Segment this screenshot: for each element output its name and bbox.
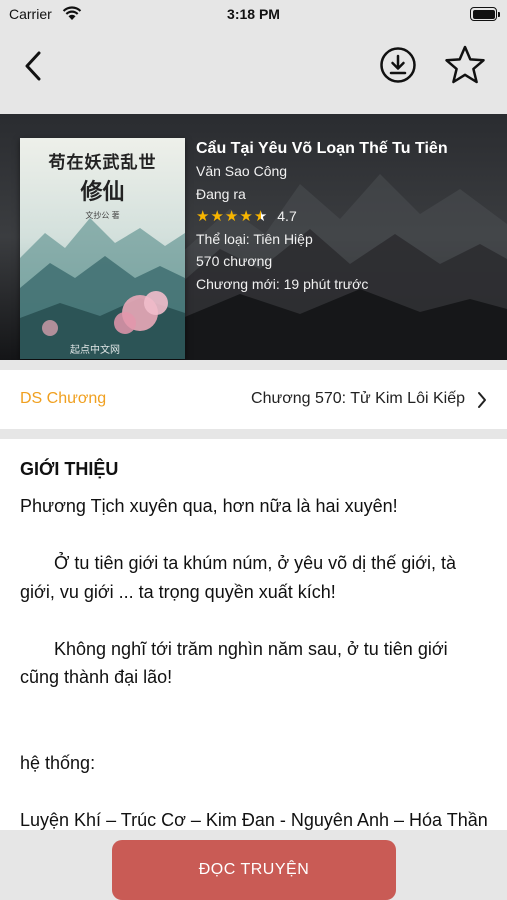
rating-stars: ★ ★ ★ ★ ★	[196, 209, 267, 224]
cover-title-line2: 修仙	[80, 179, 125, 205]
chevron-right-icon	[478, 392, 486, 408]
cover-publisher: 起点中文网	[70, 345, 120, 356]
favorite-star-icon[interactable]	[444, 44, 486, 86]
nav-bar	[0, 30, 507, 114]
rating-row: ★ ★ ★ ★ ★ 4.7	[196, 205, 496, 228]
chapter-list-label: DS Chương	[20, 390, 107, 407]
book-genre[interactable]: Thể loại: Tiên Hiệp	[196, 228, 496, 251]
description-section: GIỚI THIỆU Phương Tịch xuyên qua, hơn nữ…	[0, 439, 507, 830]
status-bar: Carrier 3:18 PM	[0, 0, 507, 30]
chevron-left-icon	[25, 51, 41, 81]
star-icon: ★	[224, 207, 239, 225]
description-paragraph: Không nghĩ tới trăm nghìn năm sau, ở tu …	[20, 638, 448, 688]
cover-title-line1: 苟在妖武乱世	[48, 153, 157, 173]
latest-update: Chương mới: 19 phút trước	[196, 275, 369, 292]
book-author[interactable]: Văn Sao Công	[196, 160, 496, 183]
description-paragraph: Phương Tịch xuyên qua, hơn nữa là hai xu…	[20, 496, 398, 516]
star-icon: ★	[239, 207, 253, 225]
description-heading: GIỚI THIỆU	[20, 459, 119, 479]
chapter-list-row[interactable]: DS Chương Chương 570: Tử Kim Lôi Kiếp	[0, 369, 507, 429]
section-divider	[0, 360, 507, 369]
latest-chapter: Chương 570: Tử Kim Lôi Kiếp	[251, 390, 465, 407]
read-button[interactable]: ĐỌC TRUYỆN	[112, 840, 396, 900]
description-paragraph: Luyện Khí – Trúc Cơ – Kim Đan - Nguyên A…	[20, 809, 488, 830]
book-info: Cẩu Tại Yêu Võ Loạn Thế Tu Tiên Văn Sao …	[196, 138, 496, 295]
description-paragraph: hệ thống:	[20, 752, 96, 773]
cover-author: 文抄公 著	[85, 211, 120, 220]
star-icon: ★	[196, 207, 210, 225]
book-cover[interactable]: 苟在妖武乱世 修仙 文抄公 著 起点中文网	[20, 138, 185, 359]
battery-icon	[470, 7, 500, 21]
clock: 3:18 PM	[227, 6, 280, 22]
rating-value: 4.7	[277, 208, 297, 225]
back-button[interactable]	[18, 46, 48, 86]
chapter-count: 570 chương	[196, 253, 273, 269]
description-paragraph: Ở tu tiên giới ta khúm núm, ở yêu võ dị …	[20, 553, 457, 602]
description-body: Phương Tịch xuyên qua, hơn nữa là hai xu…	[20, 492, 490, 830]
bottom-bar: ĐỌC TRUYỆN	[0, 830, 507, 900]
book-title: Cẩu Tại Yêu Võ Loạn Thế Tu Tiên	[196, 140, 448, 157]
book-status: Đang ra	[196, 185, 246, 202]
section-divider	[0, 429, 507, 439]
star-icon: ★	[210, 207, 224, 225]
download-icon[interactable]	[379, 46, 417, 84]
book-header: 苟在妖武乱世 修仙 文抄公 著 起点中文网 Cẩu Tại Yêu Võ Loạ…	[0, 114, 507, 360]
half-star-icon: ★	[253, 207, 268, 225]
